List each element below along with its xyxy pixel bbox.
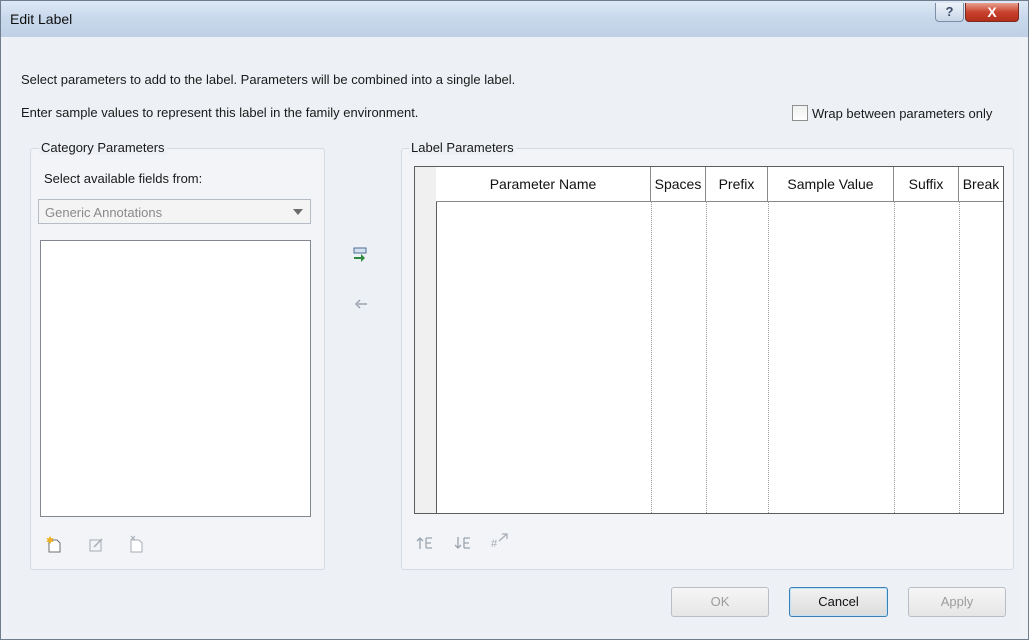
category-dropdown-value: Generic Annotations bbox=[45, 205, 163, 220]
select-fields-label: Select available fields from: bbox=[44, 171, 203, 186]
ok-button[interactable]: OK bbox=[671, 587, 769, 617]
instruction-text-1: Select parameters to add to the label. P… bbox=[21, 72, 516, 87]
column-header-spaces[interactable]: Spaces bbox=[651, 167, 706, 201]
label-parameters-title: Label Parameters bbox=[409, 140, 516, 155]
category-dropdown[interactable]: Generic Annotations bbox=[38, 199, 311, 224]
close-button[interactable]: X bbox=[965, 3, 1019, 22]
table-header-row: Parameter Name Spaces Prefix Sample Valu… bbox=[436, 167, 1003, 202]
label-parameters-table[interactable]: Parameter Name Spaces Prefix Sample Valu… bbox=[414, 166, 1004, 514]
remove-from-label-icon[interactable] bbox=[354, 298, 368, 310]
add-to-label-icon[interactable] bbox=[352, 246, 368, 264]
instruction-text-2: Enter sample values to represent this la… bbox=[21, 105, 419, 120]
row-header-column bbox=[415, 167, 437, 513]
edit-format-icon[interactable]: # bbox=[490, 532, 510, 550]
wrap-checkbox[interactable] bbox=[792, 105, 808, 121]
title-bar: Edit Label ? X bbox=[1, 1, 1028, 37]
apply-button[interactable]: Apply bbox=[908, 587, 1006, 617]
category-parameters-title: Category Parameters bbox=[39, 140, 167, 155]
column-header-sample-value[interactable]: Sample Value bbox=[768, 167, 894, 201]
move-down-icon[interactable] bbox=[454, 535, 472, 551]
column-divider bbox=[706, 201, 707, 513]
svg-text:#: # bbox=[491, 538, 498, 550]
available-fields-list[interactable] bbox=[40, 240, 311, 517]
new-parameter-icon[interactable] bbox=[46, 535, 62, 553]
delete-parameter-icon[interactable] bbox=[128, 535, 144, 553]
column-divider bbox=[651, 201, 652, 513]
column-header-parameter-name[interactable]: Parameter Name bbox=[436, 167, 651, 201]
wrap-checkbox-label[interactable]: Wrap between parameters only bbox=[812, 106, 992, 121]
column-divider bbox=[768, 201, 769, 513]
column-header-suffix[interactable]: Suffix bbox=[894, 167, 959, 201]
column-divider bbox=[894, 201, 895, 513]
edit-parameter-icon[interactable] bbox=[88, 536, 104, 552]
column-header-prefix[interactable]: Prefix bbox=[706, 167, 768, 201]
help-button[interactable]: ? bbox=[935, 3, 964, 22]
cancel-button[interactable]: Cancel bbox=[789, 587, 888, 617]
move-up-icon[interactable] bbox=[416, 535, 434, 551]
dialog-title: Edit Label bbox=[10, 11, 73, 27]
column-header-break[interactable]: Break bbox=[959, 167, 1003, 201]
chevron-down-icon bbox=[293, 209, 303, 215]
column-divider bbox=[959, 201, 960, 513]
